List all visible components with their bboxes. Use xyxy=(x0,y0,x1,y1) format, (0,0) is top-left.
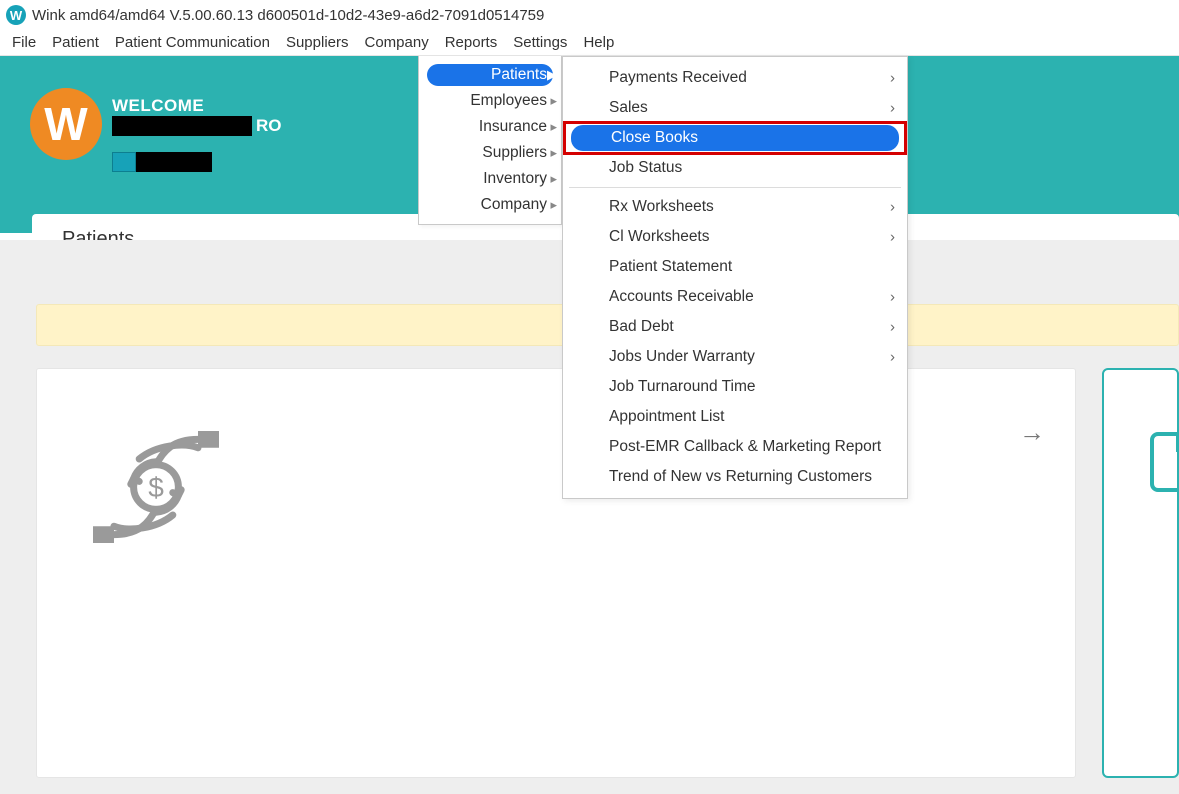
menu-help[interactable]: Help xyxy=(575,32,622,53)
submenu-rx-worksheets[interactable]: Rx Worksheets › xyxy=(563,192,907,222)
submenu-job-turnaround-time[interactable]: Job Turnaround Time xyxy=(563,372,907,402)
submenu-trend-new-vs-returning[interactable]: Trend of New vs Returning Customers xyxy=(563,462,907,492)
reports-item-suppliers[interactable]: Suppliers ▸ xyxy=(419,140,561,166)
chevron-right-icon: › xyxy=(890,289,895,306)
reports-item-employees[interactable]: Employees ▸ xyxy=(419,88,561,114)
welcome-label: WELCOME xyxy=(112,96,204,116)
submenu-payments-received[interactable]: Payments Received › xyxy=(563,63,907,93)
reports-item-insurance[interactable]: Insurance ▸ xyxy=(419,114,561,140)
chevron-right-icon: › xyxy=(890,199,895,216)
reports-item-patients[interactable]: Patients ▶ xyxy=(419,62,561,88)
submenu-appointment-list[interactable]: Appointment List xyxy=(563,402,907,432)
chevron-right-icon: › xyxy=(890,319,895,336)
location-block xyxy=(112,152,212,172)
chevron-right-icon: ▶ xyxy=(547,67,557,83)
side-card[interactable] xyxy=(1102,368,1179,778)
chevron-right-icon: ▸ xyxy=(550,93,557,109)
chevron-right-icon: › xyxy=(890,100,895,117)
logo-icon: W xyxy=(30,88,102,160)
reports-item-company[interactable]: Company ▸ xyxy=(419,192,561,218)
reports-item-inventory[interactable]: Inventory ▸ xyxy=(419,166,561,192)
title-bar: W Wink amd64/amd64 V.5.00.60.13 d600501d… xyxy=(0,0,1179,30)
transactions-icon: $ xyxy=(81,417,231,557)
redacted-username xyxy=(112,116,252,136)
menu-company[interactable]: Company xyxy=(357,32,437,53)
menu-patient-communication[interactable]: Patient Communication xyxy=(107,32,278,53)
role-label: RO xyxy=(256,116,282,136)
submenu-cl-worksheets[interactable]: Cl Worksheets › xyxy=(563,222,907,252)
submenu-patient-statement[interactable]: Patient Statement xyxy=(563,252,907,282)
chevron-right-icon: ▸ xyxy=(550,197,557,213)
submenu-divider xyxy=(569,187,901,188)
svg-text:$: $ xyxy=(148,472,164,503)
submenu-close-books-highlight: Close Books xyxy=(565,123,905,153)
chevron-right-icon: › xyxy=(890,229,895,246)
submenu-bad-debt[interactable]: Bad Debt › xyxy=(563,312,907,342)
chevron-right-icon: › xyxy=(890,70,895,87)
chevron-right-icon: ▸ xyxy=(550,171,557,187)
submenu-job-status[interactable]: Job Status xyxy=(563,153,907,183)
window-title: Wink amd64/amd64 V.5.00.60.13 d600501d-1… xyxy=(32,7,544,24)
menu-reports[interactable]: Reports xyxy=(437,32,506,53)
submenu-accounts-receivable[interactable]: Accounts Receivable › xyxy=(563,282,907,312)
dashboard-card[interactable]: $ → xyxy=(36,368,1076,778)
menu-settings[interactable]: Settings xyxy=(505,32,575,53)
document-icon xyxy=(1150,432,1179,492)
chevron-right-icon: ▸ xyxy=(550,119,557,135)
submenu-sales[interactable]: Sales › xyxy=(563,93,907,123)
menu-patient[interactable]: Patient xyxy=(44,32,107,53)
submenu-jobs-under-warranty[interactable]: Jobs Under Warranty › xyxy=(563,342,907,372)
chevron-right-icon: ▸ xyxy=(550,145,557,161)
menu-suppliers[interactable]: Suppliers xyxy=(278,32,357,53)
chevron-right-icon: › xyxy=(890,349,895,366)
menu-file[interactable]: File xyxy=(4,32,44,53)
arrow-right-icon[interactable]: → xyxy=(1019,417,1045,448)
menu-bar: File Patient Patient Communication Suppl… xyxy=(0,30,1179,56)
patients-submenu: Payments Received › Sales › Close Books … xyxy=(562,56,908,499)
redacted-location xyxy=(136,152,212,172)
app-icon: W xyxy=(6,5,26,25)
submenu-post-emr-report[interactable]: Post-EMR Callback & Marketing Report xyxy=(563,432,907,462)
globe-icon xyxy=(112,152,136,172)
submenu-close-books[interactable]: Close Books xyxy=(565,123,905,153)
reports-dropdown: Patients ▶ Employees ▸ Insurance ▸ Suppl… xyxy=(418,56,562,225)
